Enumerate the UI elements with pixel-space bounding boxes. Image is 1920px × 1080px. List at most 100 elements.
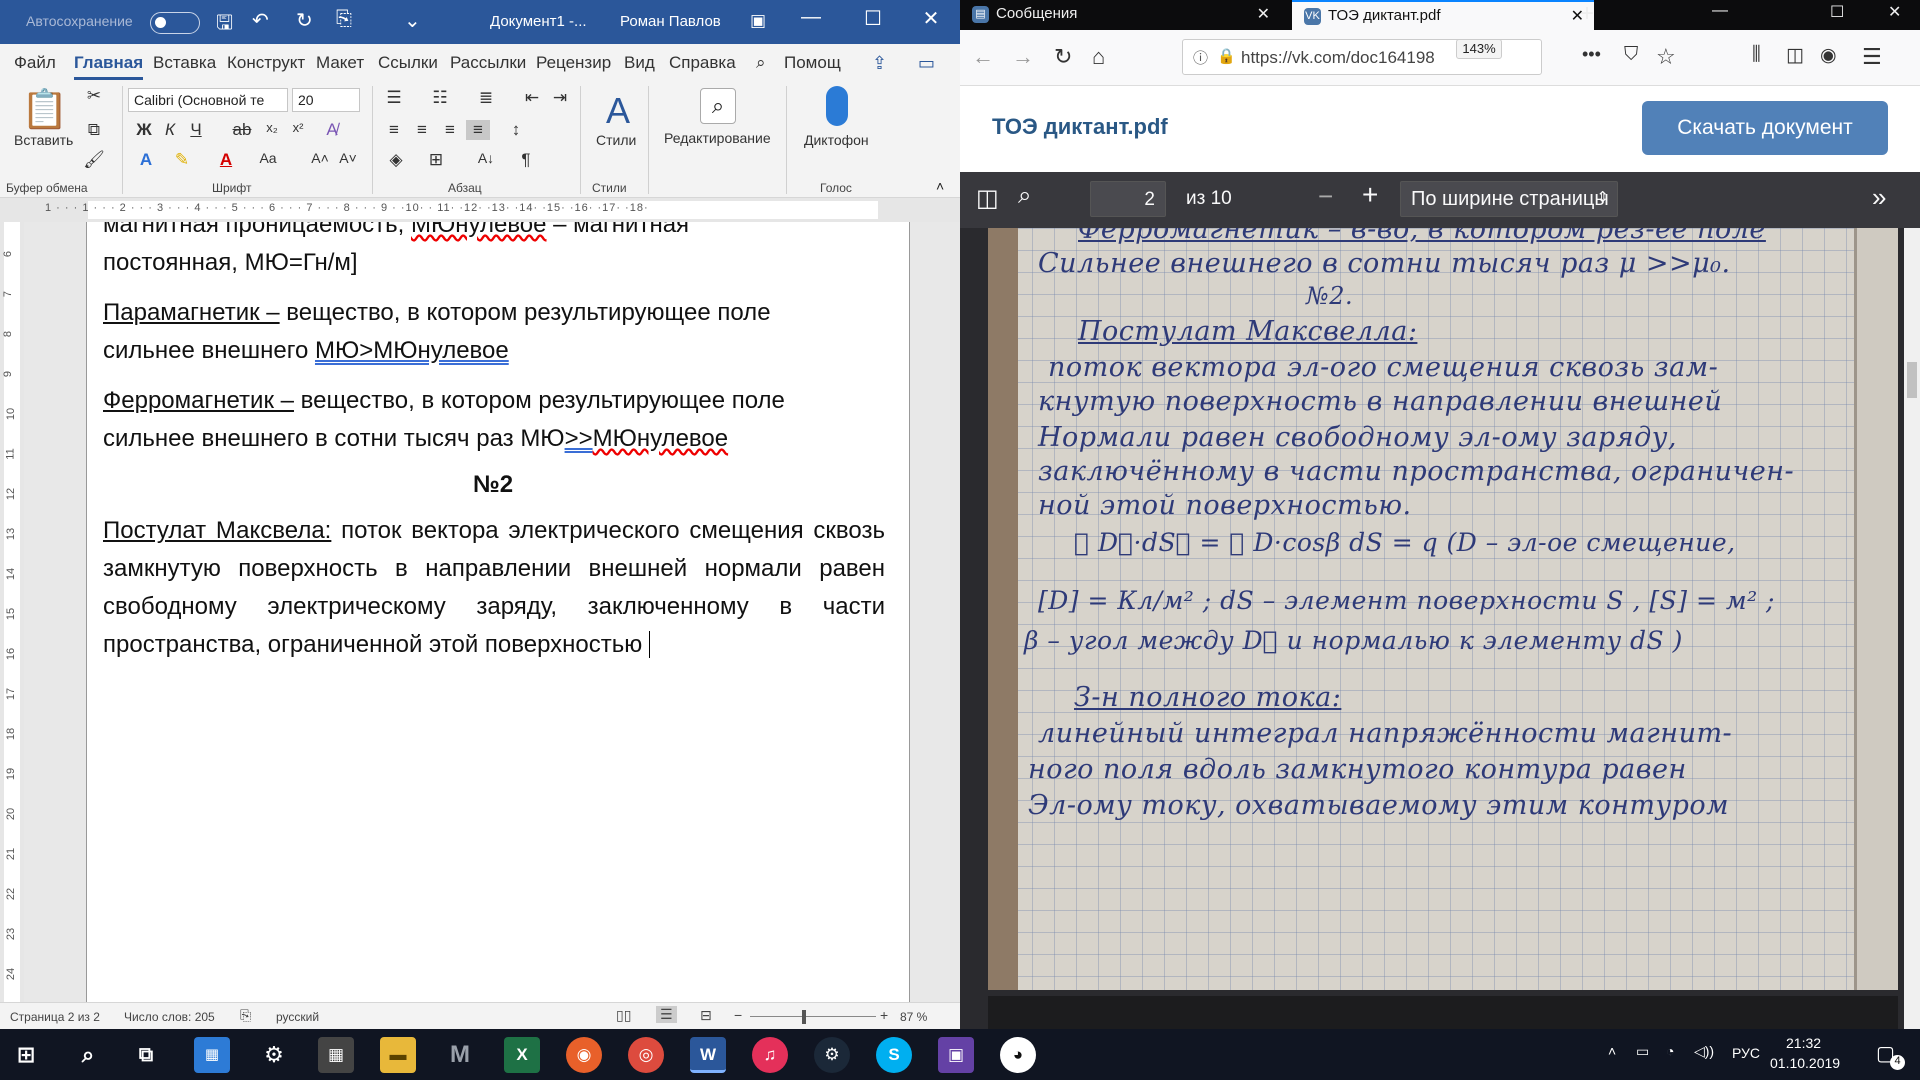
tab-file[interactable]: Файл	[14, 53, 56, 73]
text-effects-icon[interactable]: A	[134, 150, 158, 170]
tab-view[interactable]: Вид	[624, 53, 655, 73]
find-icon[interactable]: ⌕	[700, 88, 736, 124]
clock-date[interactable]: 01.10.2019	[1770, 1055, 1840, 1071]
itunes-icon[interactable]: ♫	[752, 1037, 788, 1073]
bullets-icon[interactable]: ☰	[382, 88, 406, 108]
zoom-indicator[interactable]: 143%	[1456, 39, 1502, 59]
microphone-icon[interactable]	[826, 86, 848, 126]
styles-icon[interactable]: A	[598, 90, 638, 132]
bookmark-star-icon[interactable]: ☆	[1656, 44, 1676, 70]
firefox-icon[interactable]: ◉	[566, 1037, 602, 1073]
collapse-ribbon-icon[interactable]: ˄	[936, 178, 944, 194]
strikethrough-button[interactable]: ab	[230, 120, 254, 140]
close-icon[interactable]: ✕	[1888, 2, 1901, 22]
minimize-icon[interactable]: —	[1712, 2, 1728, 20]
customize-qa-icon[interactable]: ⌄	[404, 8, 421, 33]
tab-close-icon[interactable]: ✕	[1257, 4, 1270, 24]
twitch-icon[interactable]: ▣	[938, 1037, 974, 1073]
back-icon[interactable]: ←	[972, 44, 994, 70]
maximize-icon[interactable]: ☐	[1830, 2, 1844, 22]
comments-icon[interactable]: ▭	[918, 53, 935, 74]
italic-button[interactable]: К	[158, 120, 182, 140]
windows-start-icon[interactable]: ⊞	[8, 1037, 44, 1073]
proofing-icon[interactable]: ⎘	[240, 1007, 251, 1024]
paste-button[interactable]: Вставить	[14, 132, 73, 148]
superscript-icon[interactable]: x²	[286, 120, 310, 135]
tab-layout[interactable]: Макет	[316, 53, 364, 73]
volume-icon[interactable]: ◁))	[1694, 1043, 1714, 1060]
highlight-icon[interactable]: ✎	[170, 150, 194, 170]
document-area[interactable]: магнитная проницаемость, МЮнулевое – маг…	[24, 222, 960, 1002]
skype-icon[interactable]: S	[876, 1037, 912, 1073]
font-size-select[interactable]: 20	[292, 88, 360, 112]
clear-format-icon[interactable]: A̸	[320, 120, 344, 140]
close-icon[interactable]: ✕	[916, 6, 946, 31]
format-painter-icon[interactable]: 🖌	[82, 150, 106, 170]
sort-icon[interactable]: A↓	[474, 150, 498, 166]
reload-icon[interactable]: ↻	[1054, 44, 1072, 70]
account-icon[interactable]: ◉	[1820, 44, 1837, 67]
sidebar-toggle-icon[interactable]: ◫	[976, 184, 999, 213]
redo-icon[interactable]: ↻	[296, 8, 313, 33]
web-layout-icon[interactable]: ⊟	[700, 1007, 712, 1024]
styles-button[interactable]: Стили	[596, 132, 636, 148]
user-name[interactable]: Роман Павлов	[620, 13, 721, 30]
chrome-icon[interactable]: ◎	[628, 1037, 664, 1073]
borders-icon[interactable]: ⊞	[424, 150, 448, 170]
pdf-search-icon[interactable]: ⌕	[1018, 182, 1031, 210]
numbering-icon[interactable]: ☷	[428, 88, 452, 108]
page-number-input[interactable]: 2	[1090, 181, 1166, 217]
tab-review[interactable]: Рецензир	[536, 53, 611, 73]
document-page[interactable]: магнитная проницаемость, МЮнулевое – маг…	[86, 222, 910, 1002]
battery-icon[interactable]: ▭	[1636, 1043, 1649, 1060]
tab-home[interactable]: Главная	[74, 53, 144, 80]
align-left-icon[interactable]: ≡	[382, 120, 406, 140]
tab-help[interactable]: Справка	[669, 53, 736, 73]
tools-icon[interactable]: »	[1872, 182, 1886, 213]
tab-insert[interactable]: Вставка	[153, 53, 216, 73]
page-actions-icon[interactable]: •••	[1582, 44, 1601, 65]
library-icon[interactable]: ⫼	[1752, 44, 1761, 66]
tab-design[interactable]: Конструкт	[227, 53, 305, 73]
change-case-icon[interactable]: Aa	[256, 150, 280, 166]
read-mode-icon[interactable]: ▯▯	[616, 1007, 631, 1024]
editing-button[interactable]: Редактирование	[664, 130, 771, 146]
steam-icon[interactable]: ⚙	[814, 1037, 850, 1073]
keyboard-language[interactable]: РУС	[1732, 1045, 1760, 1061]
minimize-icon[interactable]: —	[796, 6, 826, 29]
tray-expand-icon[interactable]: ˄	[1608, 1043, 1616, 1059]
word-count[interactable]: Число слов: 205	[124, 1010, 215, 1024]
pocket-icon[interactable]: ⛉	[1624, 44, 1638, 66]
menu-icon[interactable]: ☰	[1862, 44, 1882, 70]
tab-tell-me[interactable]: Помощ	[784, 53, 841, 73]
info-icon[interactable]: ⓘ	[1193, 47, 1208, 68]
pdf-viewer[interactable]: Ферромагнетик – в-во, в котором рез-ее п…	[960, 228, 1904, 1029]
justify-icon[interactable]: ≡	[466, 120, 490, 140]
align-right-icon[interactable]: ≡	[438, 120, 462, 140]
control-panel-icon[interactable]: ▦	[194, 1037, 230, 1073]
forward-icon[interactable]: →	[1012, 44, 1034, 70]
scrollbar-thumb[interactable]	[1907, 362, 1917, 398]
zoom-slider[interactable]	[750, 1016, 876, 1017]
zoom-out-icon[interactable]: −	[1318, 181, 1333, 212]
bold-button[interactable]: Ж	[132, 120, 156, 140]
tell-me-icon[interactable]: ⌕	[756, 53, 766, 73]
search-icon[interactable]: ⌕	[70, 1037, 106, 1073]
autosave-toggle[interactable]	[150, 12, 200, 34]
maximize-icon[interactable]: ☐	[858, 6, 888, 31]
zoom-in-icon[interactable]: +	[880, 1007, 888, 1023]
file-explorer-icon[interactable]: ▬	[380, 1037, 416, 1073]
pdf-scrollbar[interactable]	[1904, 228, 1920, 1029]
zoom-in-icon[interactable]: +	[1362, 179, 1378, 211]
zoom-out-icon[interactable]: −	[734, 1007, 742, 1023]
m-app-icon[interactable]: M	[442, 1037, 478, 1073]
word-taskbar-icon[interactable]: W	[690, 1037, 726, 1073]
tab-references[interactable]: Ссылки	[378, 53, 438, 73]
dictate-button[interactable]: Диктофон	[804, 132, 869, 148]
app-face-icon[interactable]: ◕	[1000, 1037, 1036, 1073]
font-name-select[interactable]: Calibri (Основной те	[128, 88, 288, 112]
align-center-icon[interactable]: ≡	[410, 120, 434, 140]
new-tab-icon[interactable]: +	[1580, 0, 1594, 28]
share-icon[interactable]: ⇪	[872, 53, 887, 74]
clipboard-icon[interactable]: ⎘	[336, 8, 352, 31]
